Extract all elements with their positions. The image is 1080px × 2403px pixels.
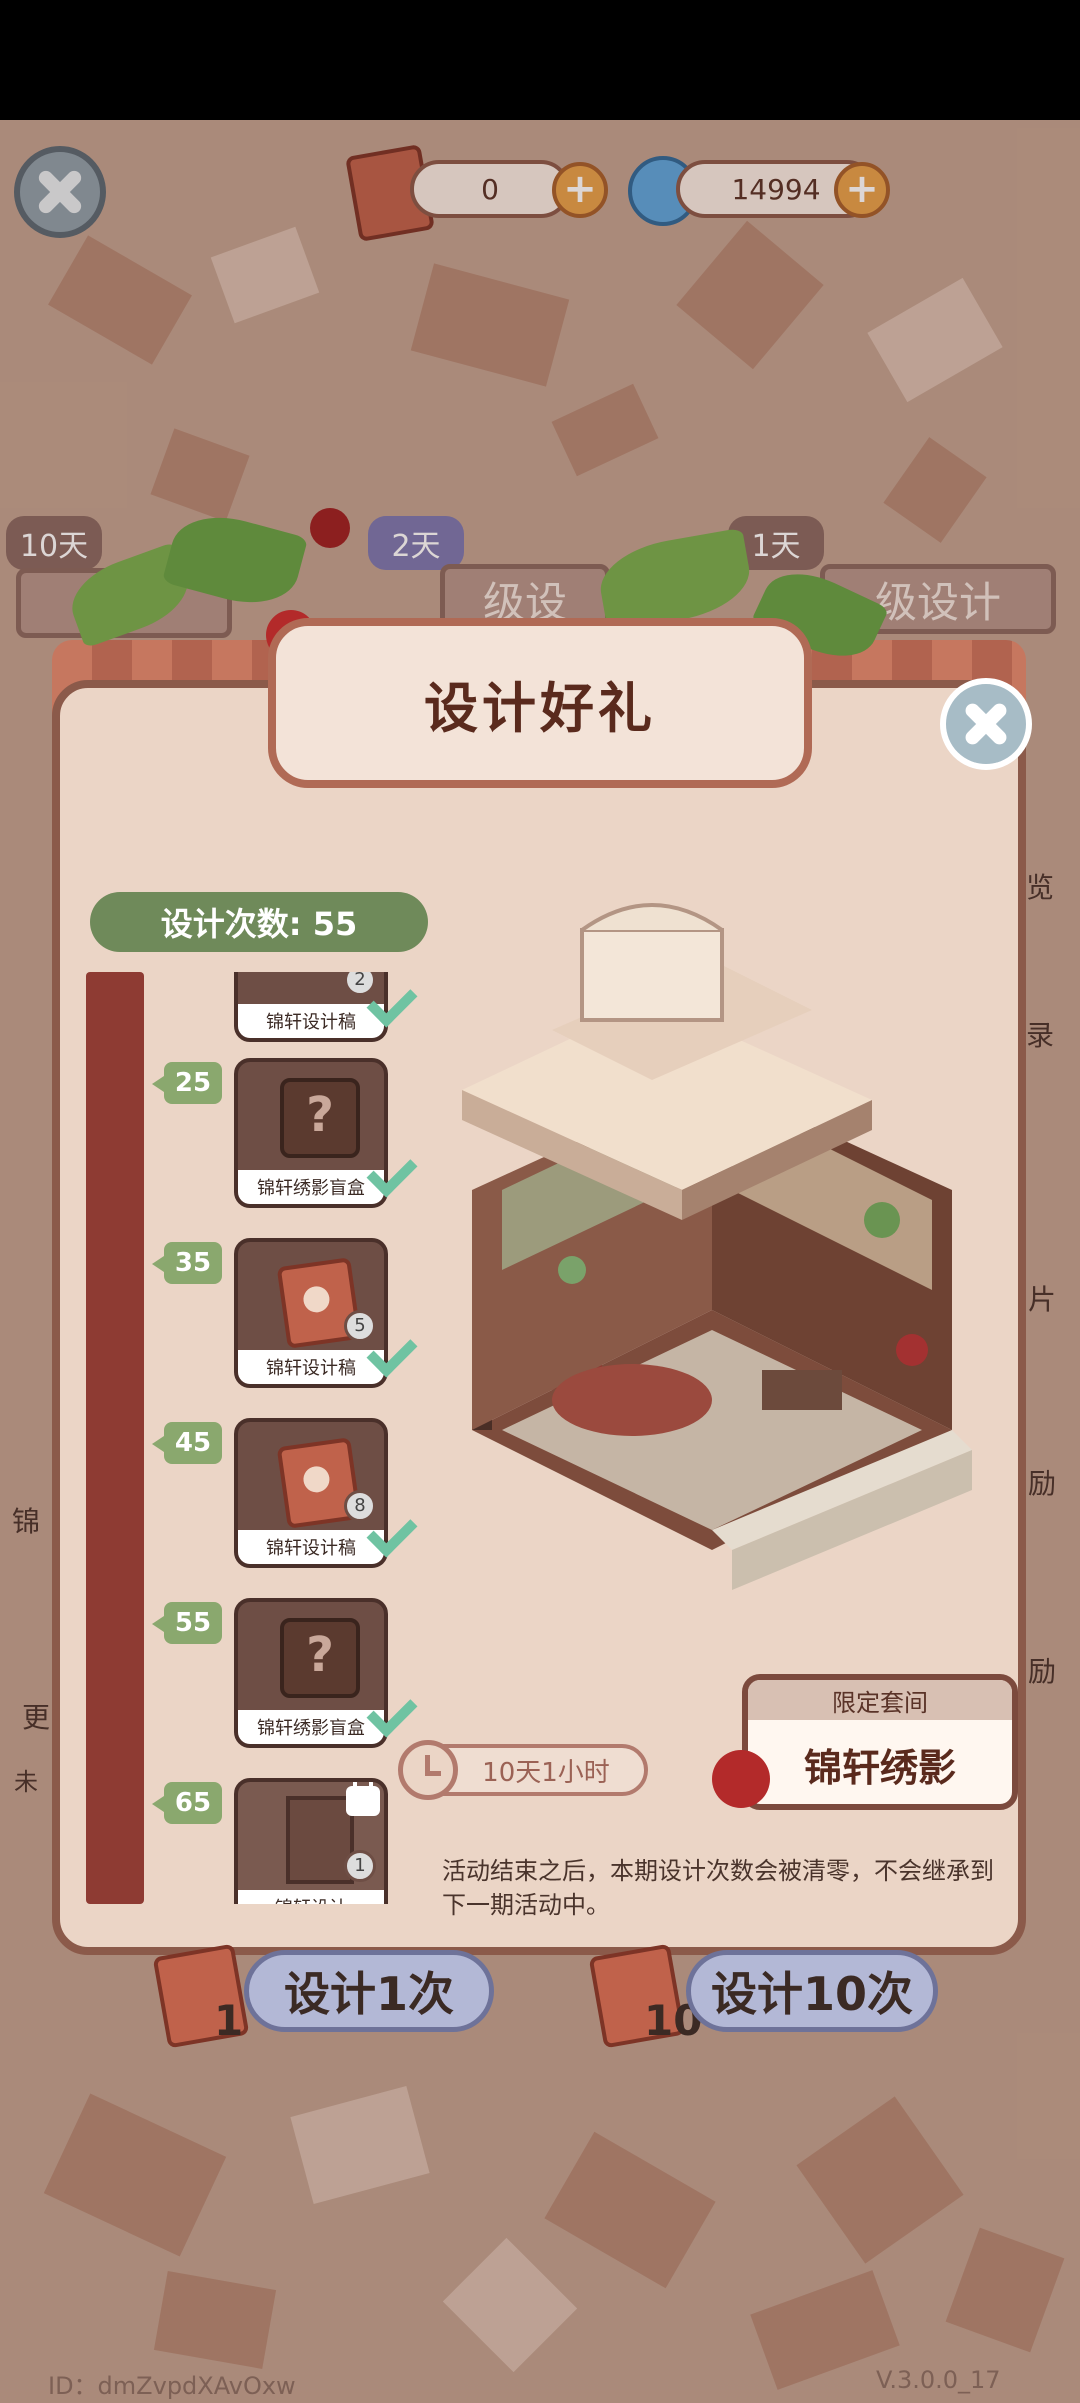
milestone-badge: 55 [152, 1602, 222, 1644]
version-label: V.3.0.0_17 [876, 2366, 1001, 2394]
reward-list[interactable]: 2 锦轩设计稿 25 ? 锦轩绣影盲盒 35 5 锦轩设计稿 45 8 锦轩设计… [86, 972, 446, 1904]
draw-once-button[interactable]: 设计1次 [244, 1950, 494, 2032]
draw1-cost: 1 [214, 1996, 244, 2045]
modal-title: 设计好礼 [268, 618, 812, 788]
claimed-check-icon [362, 1698, 412, 1732]
claimed-check-icon [362, 1518, 412, 1552]
status-bar [0, 0, 1080, 120]
milestone-badge: 65 [152, 1782, 222, 1824]
reset-note: 活动结束之后，本期设计次数会被清零，不会继承到下一期活动中。 [442, 1857, 994, 1919]
design-count-badge: 设计次数: 55 [90, 892, 428, 952]
reward-qty: 1 [344, 1850, 376, 1882]
claimed-check-icon [362, 1338, 412, 1372]
rose-decoration [712, 1750, 770, 1808]
lock-icon [346, 1782, 380, 1816]
suite-tag-header: 限定套间 [748, 1680, 1012, 1720]
close-modal-button[interactable] [940, 678, 1032, 770]
mystery-box-icon: ? [280, 1078, 360, 1158]
suite-tag: 限定套间 锦轩绣影 [742, 1674, 1018, 1810]
claimed-check-icon [362, 988, 412, 1022]
claimed-check-icon [362, 1158, 412, 1192]
draw-ten-button[interactable]: 设计10次 [686, 1950, 938, 2032]
rose-decoration [310, 508, 350, 548]
milestone-badge: 35 [152, 1242, 222, 1284]
suite-name: 锦轩绣影 [803, 1745, 956, 1790]
milestone-badge: 25 [152, 1062, 222, 1104]
reward-label: 锦轩设计 [238, 1890, 384, 1904]
room-illustration [432, 890, 992, 1650]
clock-icon [398, 1740, 458, 1800]
milestone-badge: 45 [152, 1422, 222, 1464]
player-id: ID：dmZvpdXAvOxw [48, 2372, 296, 2400]
mystery-box-icon: ? [280, 1618, 360, 1698]
reward-card[interactable]: 1 锦轩设计 [234, 1778, 388, 1904]
